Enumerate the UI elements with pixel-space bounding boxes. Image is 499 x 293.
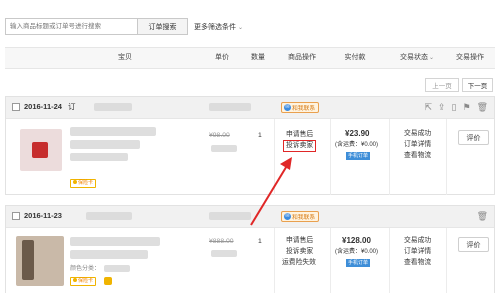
trash-icon[interactable]: 🗑 — [477, 102, 488, 112]
share-icon[interactable]: ⇱ — [424, 102, 432, 112]
view-logistics-link[interactable]: 查看物流 — [404, 151, 431, 161]
order-header: 2016-11-23 ✉ 和我联系 🗑 — [6, 206, 494, 228]
original-price: ¥888.00 — [209, 238, 234, 245]
original-price: ¥98.00 — [209, 132, 230, 139]
guarantee-badge: 保险卡 — [70, 277, 97, 286]
complain-seller-link[interactable]: 投诉卖家 — [286, 247, 313, 257]
contact-seller-badge[interactable]: ✉ 和我联系 — [281, 211, 320, 222]
blurred-order-number — [94, 103, 132, 111]
contact-seller-label: 和我联系 — [292, 106, 316, 112]
order-date-text: 2016-11-24 — [24, 102, 62, 111]
next-page-button[interactable]: 下一页 — [462, 78, 493, 92]
rate-button[interactable]: 评价 — [458, 237, 489, 252]
trash-icon[interactable]: 🗑 — [477, 211, 488, 221]
col-item: 宝贝 — [118, 54, 132, 61]
order-date-text: 2016-11-23 — [24, 211, 62, 220]
order-head-actions: 🗑 — [477, 211, 488, 221]
export-icon[interactable]: ⇪ — [438, 102, 446, 112]
col-paid: 实付款 — [344, 54, 366, 61]
shield-icon — [73, 180, 77, 184]
order-checkbox[interactable] — [12, 212, 20, 220]
blurred-price-note — [211, 250, 237, 257]
product-thumbnail-accent — [32, 142, 48, 158]
order-card: 2016-11-23 ✉ 和我联系 🗑 颜色分类： 保险卡 ¥888.00 1 … — [5, 205, 495, 293]
paid-amount: ¥128.00 — [342, 236, 371, 245]
order-number-prefix: 订 — [68, 102, 76, 111]
trade-status: 交易成功 — [404, 237, 432, 244]
column-divider — [389, 119, 390, 195]
paid-amount: ¥23.90 — [345, 129, 370, 138]
more-filters-toggle[interactable]: 更多筛选条件 ⌄ — [194, 22, 243, 32]
shipping-insurance-status: 运费险失效 — [282, 259, 316, 266]
guarantee-label: 保险卡 — [78, 278, 94, 284]
order-details-link[interactable]: 订单详情 — [404, 247, 431, 257]
view-logistics-link[interactable]: 查看物流 — [404, 258, 431, 268]
chevron-down-icon: ⌄ — [428, 55, 435, 61]
table-header: 宝贝 单价 数量 商品操作 实付款 交易状态⌄ 交易操作 — [5, 47, 495, 69]
blurred-shop-name — [209, 103, 251, 111]
order-header: 2016-11-24 订 ✉ 和我联系 ⇱ ⇪ ▯ ⚑ 🗑 — [6, 97, 494, 119]
col-item-ops: 商品操作 — [288, 54, 316, 61]
guarantee-badge: 保险卡 — [70, 179, 97, 188]
column-divider — [274, 228, 275, 293]
guarantee-label: 保险卡 — [78, 180, 94, 186]
chat-icon: ✉ — [284, 104, 291, 111]
apply-aftersale-link[interactable]: 申请售后 — [286, 236, 313, 246]
col-trade-ops: 交易操作 — [456, 54, 484, 61]
search-bar: 订单搜索 更多筛选条件⌄ — [5, 18, 243, 35]
complain-seller-link[interactable]: 投诉卖家 — [283, 140, 317, 152]
chevron-down-icon: ⌄ — [238, 24, 244, 31]
column-divider — [446, 228, 447, 293]
blurred-color-value — [104, 265, 130, 272]
col-status-label: 交易状态 — [399, 54, 428, 61]
shipping-note: (含运费：¥0.00) — [335, 142, 379, 148]
col-unit-price: 单价 — [215, 54, 229, 61]
col-status[interactable]: 交易状态⌄ — [390, 48, 444, 68]
order-search-input[interactable] — [5, 18, 138, 35]
trade-status: 交易成功 — [404, 130, 432, 137]
blurred-product-title-2 — [70, 250, 148, 259]
quantity-value: 1 — [258, 238, 262, 245]
blurred-order-number — [86, 212, 132, 220]
quantity-value: 1 — [258, 132, 262, 139]
blurred-product-title[interactable] — [70, 127, 156, 136]
note-icon[interactable]: ▯ — [452, 102, 457, 112]
order-search-button[interactable]: 订单搜索 — [138, 18, 188, 35]
rate-button[interactable]: 评价 — [458, 130, 489, 145]
column-divider — [446, 119, 447, 195]
contact-seller-label: 和我联系 — [292, 215, 316, 221]
order-card: 2016-11-24 订 ✉ 和我联系 ⇱ ⇪ ▯ ⚑ 🗑 保险卡 ¥98.00… — [5, 96, 495, 195]
promo-icon — [104, 277, 112, 285]
contact-seller-badge[interactable]: ✉ 和我联系 — [281, 102, 320, 113]
flag-icon[interactable]: ⚑ — [462, 102, 470, 112]
order-date: 2016-11-24 订 — [24, 97, 76, 117]
order-checkbox[interactable] — [12, 103, 20, 111]
color-label: 颜色分类： — [70, 266, 101, 272]
prev-page-button[interactable]: 上一页 — [425, 78, 459, 92]
blurred-shop-name — [209, 212, 251, 220]
mobile-order-tag: 手机订单 — [346, 152, 371, 160]
column-divider — [389, 228, 390, 293]
more-filters-label: 更多筛选条件 — [194, 23, 236, 31]
shield-icon — [73, 278, 77, 282]
column-divider — [330, 119, 331, 195]
chat-icon: ✉ — [284, 213, 291, 220]
blurred-product-title[interactable] — [70, 237, 160, 246]
blurred-product-spec — [70, 153, 128, 161]
column-divider — [274, 119, 275, 195]
order-date: 2016-11-23 — [24, 206, 62, 226]
order-details-link[interactable]: 订单详情 — [404, 140, 431, 150]
blurred-price-note — [211, 145, 237, 152]
mobile-order-tag: 手机订单 — [346, 259, 371, 267]
column-divider — [330, 228, 331, 293]
apply-aftersale-link[interactable]: 申请售后 — [286, 130, 313, 140]
product-thumbnail-detail — [22, 240, 34, 280]
blurred-product-title-2 — [70, 140, 140, 149]
order-head-actions: ⇱ ⇪ ▯ ⚑ 🗑 — [424, 102, 488, 112]
col-quantity: 数量 — [251, 54, 265, 61]
shipping-note: (含运费：¥0.00) — [335, 249, 379, 255]
pager: 上一页 下一页 — [425, 78, 493, 92]
